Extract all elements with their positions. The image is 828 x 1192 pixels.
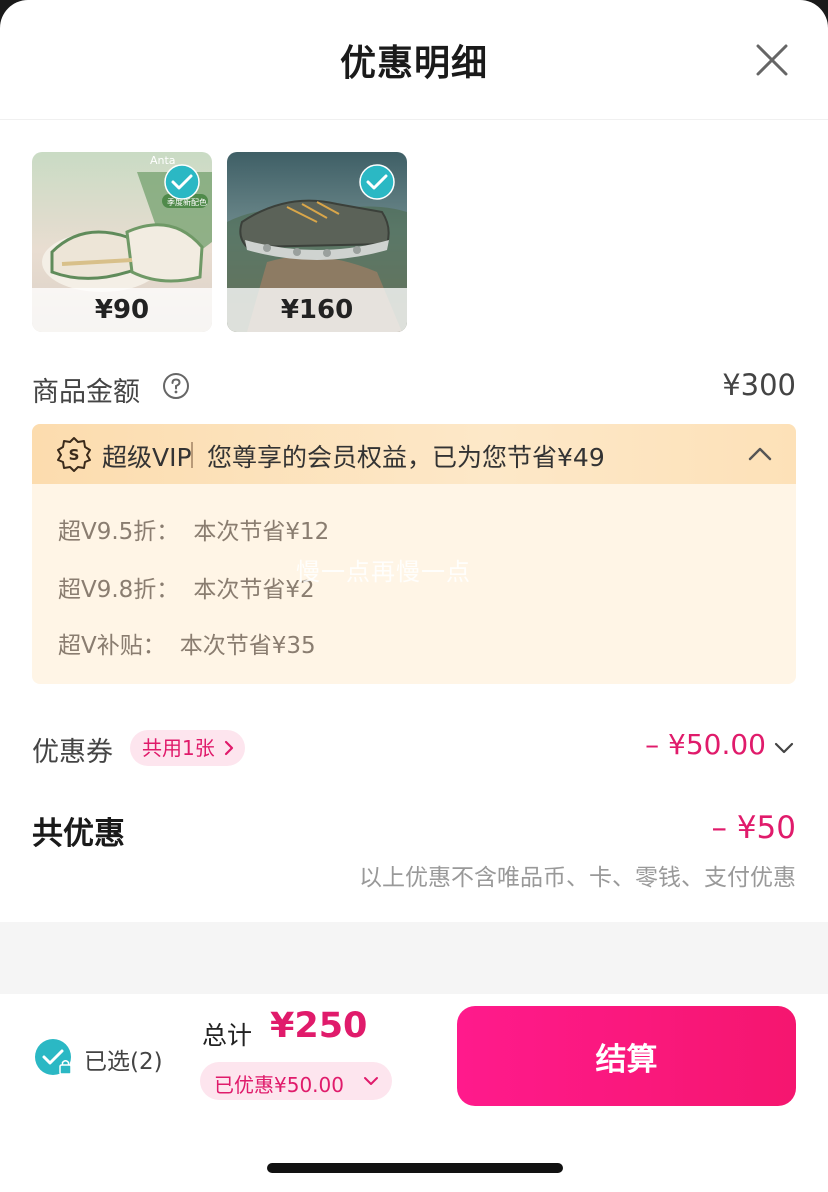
vip-detail-saving: 本次节省¥12: [193, 519, 330, 545]
discount-disclaimer: 以上优惠不含唯品币、卡、零钱、支付优惠: [359, 865, 796, 891]
total-value: ¥250: [270, 1006, 368, 1046]
vip-detail-row: 超V补贴： 本次节省¥35: [58, 626, 330, 660]
vip-brand: 超级VIP: [102, 443, 192, 472]
vip-benefit-header[interactable]: S 超级VIP 您尊享的会员权益，已为您节省¥49: [32, 424, 796, 484]
check-circle-icon[interactable]: [359, 164, 395, 200]
coupon-value: – ¥50.00: [645, 728, 766, 761]
vip-detail-row: 超V9.5折： 本次节省¥12: [58, 512, 343, 546]
selected-count[interactable]: 已选(2): [84, 1042, 163, 1076]
chevron-right-icon: [224, 740, 233, 756]
svg-text:S: S: [69, 446, 80, 464]
goods-amount-label: 商品金额: [32, 377, 140, 408]
vip-detail-row: 超V9.8折： 本次节省¥2: [58, 570, 329, 604]
close-icon[interactable]: [752, 40, 792, 80]
product-thumbnail-2[interactable]: ¥160: [227, 152, 407, 332]
coupon-count-text: 共用1张: [142, 736, 215, 760]
question-circle-icon[interactable]: [162, 372, 190, 400]
coupon-row[interactable]: 优惠券 共用1张 – ¥50.00: [32, 728, 796, 772]
watermark-text: 慢一点再慢一点: [296, 558, 471, 586]
sheet-header: 优惠明细: [0, 0, 828, 120]
divider: [191, 442, 193, 468]
vip-detail-saving: 本次节省¥35: [179, 633, 316, 659]
product-thumbnail-1[interactable]: Anta 季度新配色 ¥90: [32, 152, 212, 332]
vip-saving-message: 您尊享的会员权益，已为您节省¥49: [207, 443, 605, 472]
page-title: 优惠明细: [339, 43, 488, 84]
discount-summary-pill[interactable]: 已优惠¥50.00: [200, 1062, 392, 1100]
vip-benefit-panel: S 超级VIP 您尊享的会员权益，已为您节省¥49 超V9.5折： 本次节省¥12…: [32, 424, 796, 684]
vip-detail-name: 超V9.5折：: [58, 519, 180, 545]
coupon-count-tag[interactable]: 共用1张: [130, 730, 245, 766]
goods-amount-row: 商品金额 ¥300: [32, 368, 796, 408]
coupon-label: 优惠券: [32, 737, 113, 768]
chevron-down-icon: [364, 1077, 378, 1085]
product-price: ¥160: [227, 288, 407, 332]
discount-summary-text: 已优惠¥50.00: [214, 1073, 344, 1097]
discount-detail-sheet: 优惠明细 Anta 季度新配色 ¥90 ¥160 商品金额 ¥300 S 超级V…: [0, 0, 828, 1192]
super-vip-badge-icon: S: [57, 437, 91, 472]
chevron-up-icon[interactable]: [746, 442, 774, 466]
check-circle-icon[interactable]: [164, 164, 200, 200]
total-discount-label: 共优惠: [32, 816, 125, 852]
home-indicator: [267, 1163, 563, 1173]
total-discount-value: – ¥50: [711, 810, 796, 846]
chevron-down-icon[interactable]: [772, 738, 796, 758]
selected-lock-check-icon[interactable]: [34, 1038, 74, 1078]
section-spacer: [0, 922, 828, 994]
total-label: 总计: [202, 1021, 253, 1050]
vip-detail-name: 超V9.8折：: [58, 577, 180, 603]
total-discount-row: 共优惠 – ¥50 以上优惠不含唯品币、卡、零钱、支付优惠: [32, 808, 796, 898]
goods-amount-value: ¥300: [722, 368, 796, 402]
vip-detail-name: 超V补贴：: [58, 633, 166, 659]
product-price: ¥90: [32, 288, 212, 332]
checkout-button[interactable]: 结算: [457, 1006, 796, 1106]
